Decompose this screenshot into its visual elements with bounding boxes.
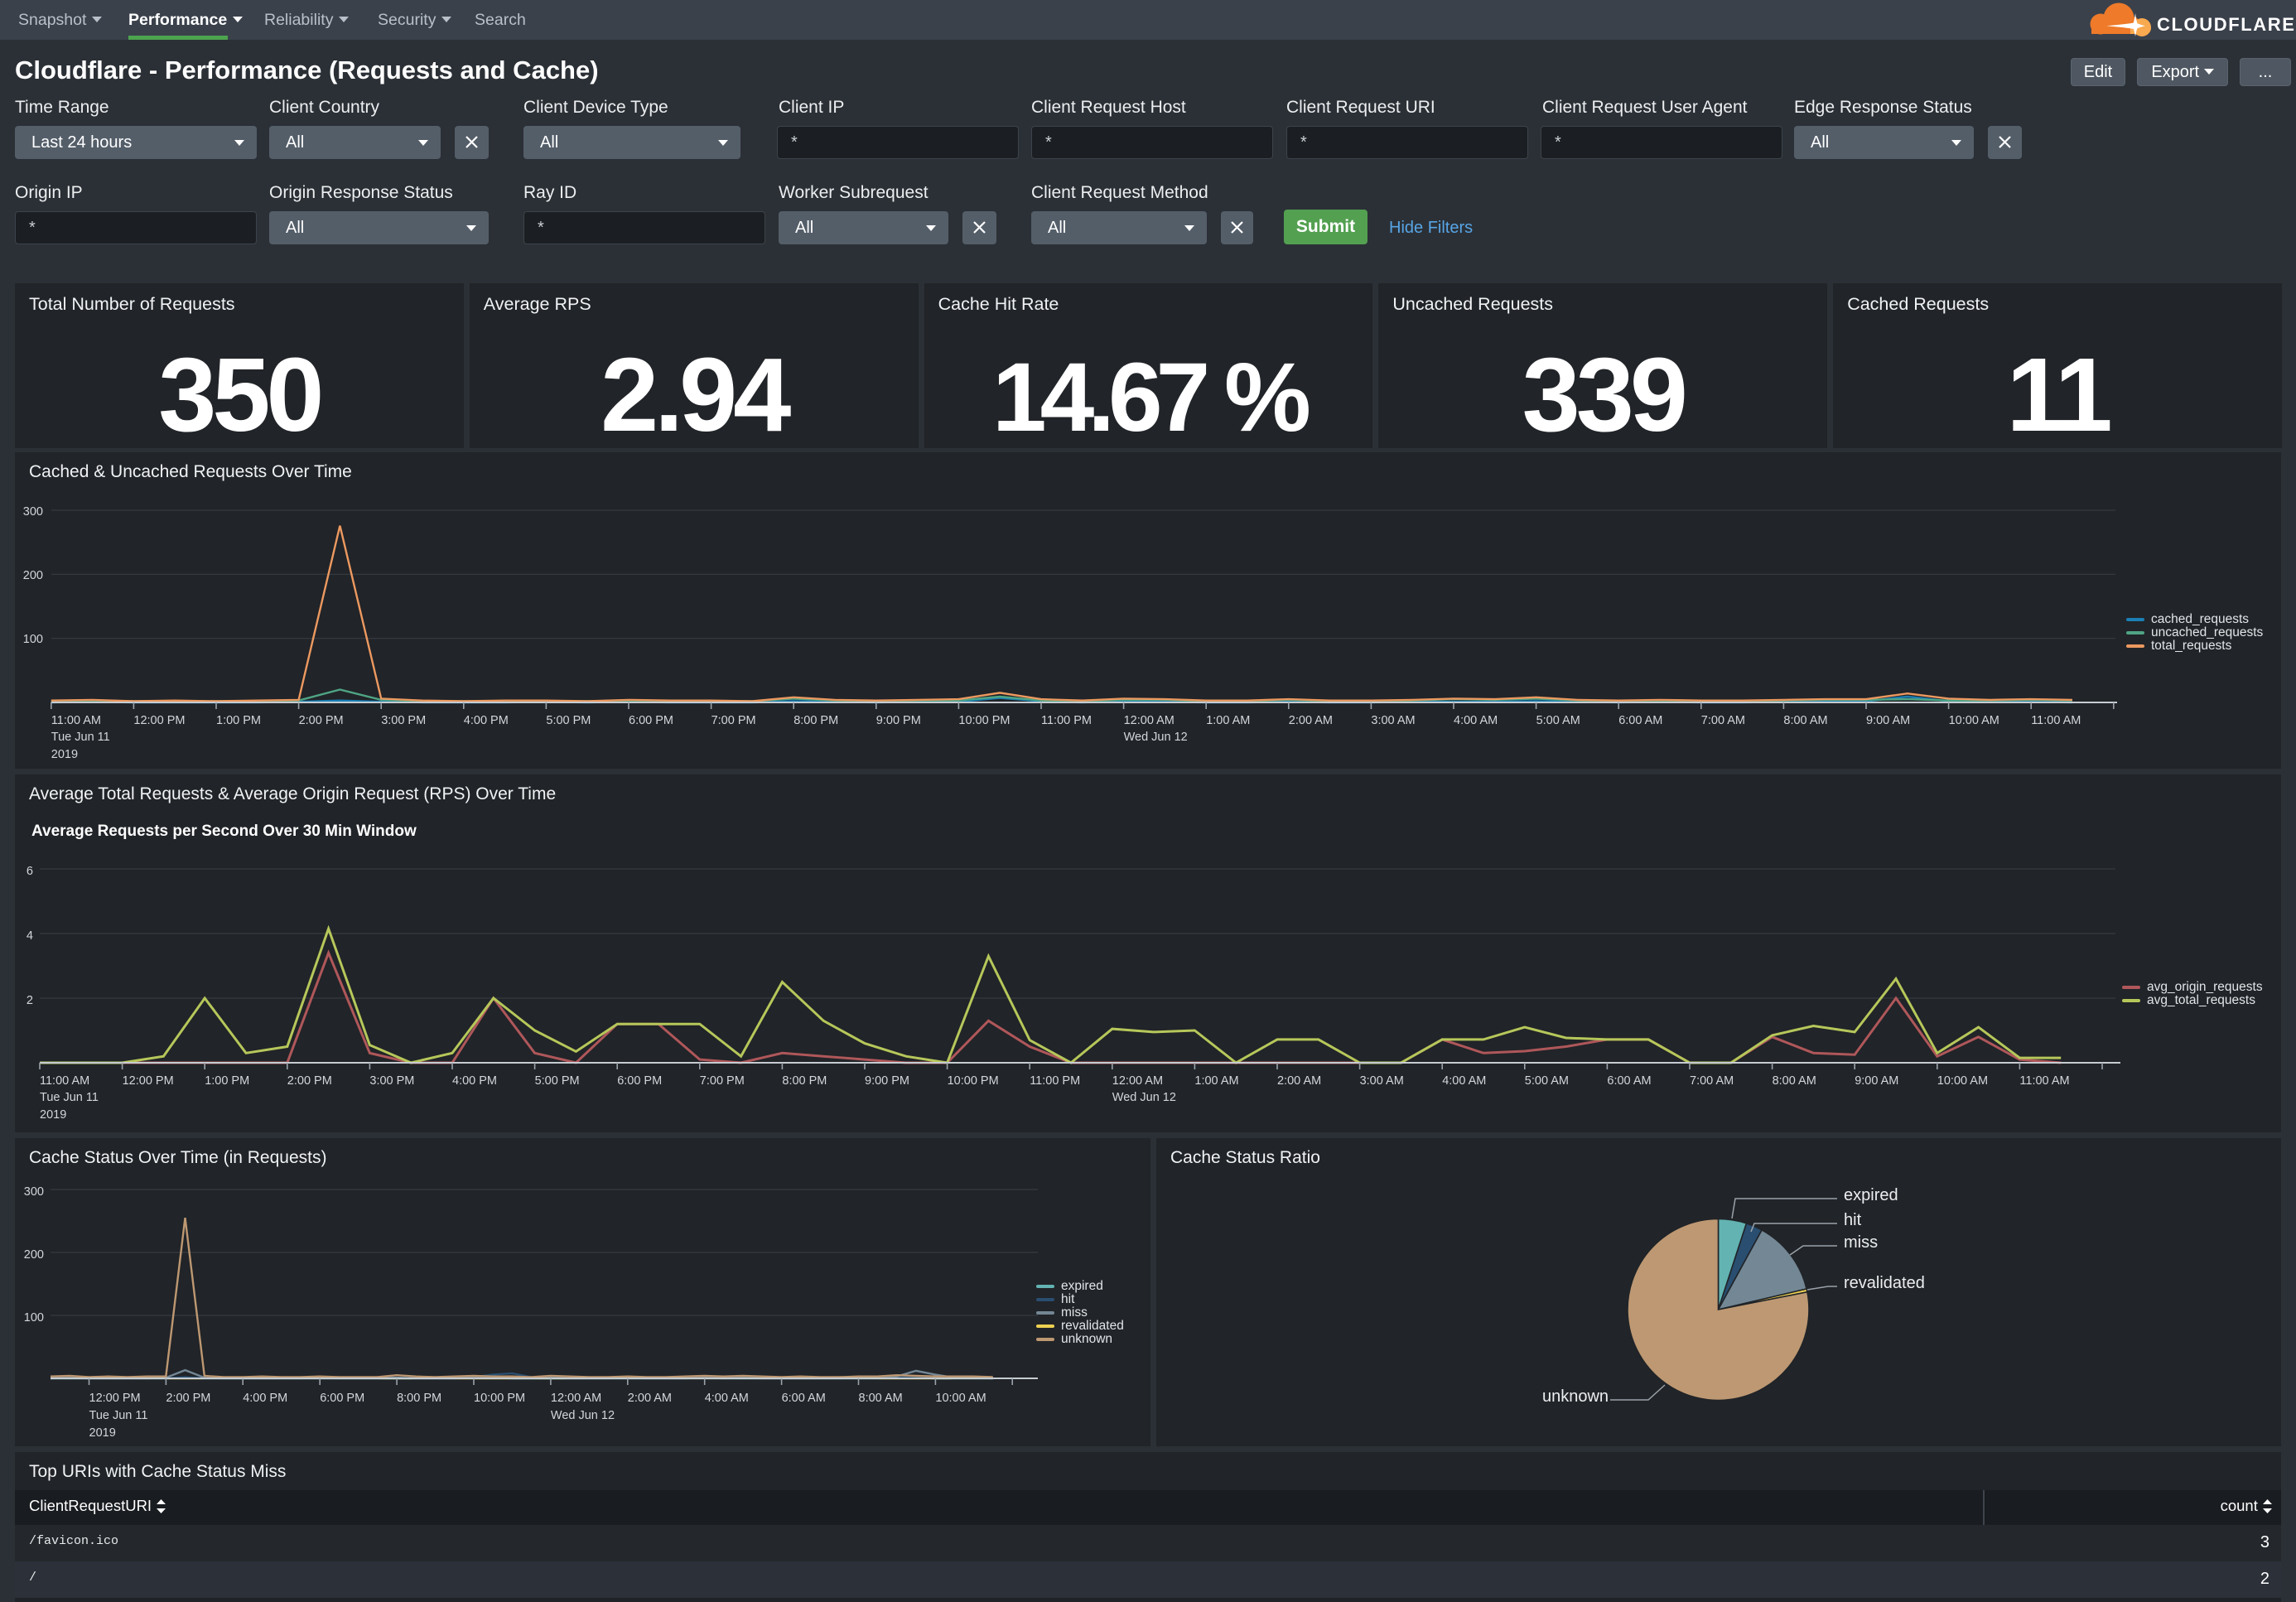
svg-text:Tue Jun 11: Tue Jun 11 xyxy=(89,1409,148,1422)
svg-text:12:00 PM: 12:00 PM xyxy=(89,1392,141,1405)
svg-text:11:00 AM: 11:00 AM xyxy=(40,1074,89,1088)
svg-text:2:00 PM: 2:00 PM xyxy=(287,1074,332,1088)
svg-text:5:00 AM: 5:00 AM xyxy=(1536,714,1580,727)
svg-text:100: 100 xyxy=(24,1311,44,1325)
svg-text:7:00 PM: 7:00 PM xyxy=(700,1074,745,1088)
svg-text:7:00 PM: 7:00 PM xyxy=(711,714,756,727)
svg-text:2019: 2019 xyxy=(51,748,78,761)
svg-text:3:00 PM: 3:00 PM xyxy=(381,714,426,727)
svg-text:6:00 AM: 6:00 AM xyxy=(1607,1074,1651,1088)
svg-text:2:00 AM: 2:00 AM xyxy=(1289,714,1333,727)
svg-text:5:00 PM: 5:00 PM xyxy=(535,1074,580,1088)
svg-text:10:00 PM: 10:00 PM xyxy=(958,714,1010,727)
svg-text:2:00 PM: 2:00 PM xyxy=(166,1392,210,1405)
svg-text:4:00 PM: 4:00 PM xyxy=(452,1074,497,1088)
svg-text:6:00 PM: 6:00 PM xyxy=(617,1074,662,1088)
svg-text:4:00 PM: 4:00 PM xyxy=(243,1392,287,1405)
svg-text:1:00 AM: 1:00 AM xyxy=(1194,1074,1238,1088)
svg-text:11:00 PM: 11:00 PM xyxy=(1030,1074,1080,1088)
svg-text:12:00 AM: 12:00 AM xyxy=(1112,1074,1163,1088)
svg-text:9:00 AM: 9:00 AM xyxy=(1855,1074,1898,1088)
svg-text:8:00 PM: 8:00 PM xyxy=(782,1074,827,1088)
svg-text:200: 200 xyxy=(24,1248,44,1262)
svg-text:11:00 AM: 11:00 AM xyxy=(2019,1074,2069,1088)
svg-text:300: 300 xyxy=(23,505,43,519)
svg-text:6:00 PM: 6:00 PM xyxy=(629,714,673,727)
svg-text:12:00 AM: 12:00 AM xyxy=(1124,714,1175,727)
svg-text:300: 300 xyxy=(24,1185,44,1199)
svg-text:8:00 AM: 8:00 AM xyxy=(1783,714,1827,727)
svg-text:6:00 AM: 6:00 AM xyxy=(782,1392,826,1405)
svg-text:8:00 AM: 8:00 AM xyxy=(859,1392,903,1405)
svg-text:Wed Jun 12: Wed Jun 12 xyxy=(1124,731,1188,744)
svg-text:Wed Jun 12: Wed Jun 12 xyxy=(551,1409,615,1422)
svg-text:12:00 PM: 12:00 PM xyxy=(133,714,185,727)
svg-text:2:00 AM: 2:00 AM xyxy=(1277,1074,1321,1088)
svg-text:4:00 AM: 4:00 AM xyxy=(1454,714,1498,727)
svg-text:4:00 PM: 4:00 PM xyxy=(464,714,509,727)
svg-text:4:00 AM: 4:00 AM xyxy=(705,1392,749,1405)
svg-text:11:00 AM: 11:00 AM xyxy=(2031,714,2081,727)
svg-text:1:00 PM: 1:00 PM xyxy=(216,714,261,727)
svg-text:9:00 AM: 9:00 AM xyxy=(1866,714,1910,727)
svg-text:5:00 PM: 5:00 PM xyxy=(546,714,591,727)
svg-text:10:00 PM: 10:00 PM xyxy=(948,1074,999,1088)
svg-text:11:00 AM: 11:00 AM xyxy=(51,714,101,727)
svg-text:10:00 AM: 10:00 AM xyxy=(1937,1074,1988,1088)
svg-text:Tue Jun 11: Tue Jun 11 xyxy=(40,1091,99,1104)
svg-text:200: 200 xyxy=(23,569,43,582)
svg-text:8:00 PM: 8:00 PM xyxy=(397,1392,441,1405)
svg-text:3:00 AM: 3:00 AM xyxy=(1360,1074,1404,1088)
svg-text:11:00 PM: 11:00 PM xyxy=(1041,714,1092,727)
svg-text:4: 4 xyxy=(27,929,33,943)
svg-text:Tue Jun 11: Tue Jun 11 xyxy=(51,731,110,744)
svg-text:3:00 PM: 3:00 PM xyxy=(369,1074,414,1088)
svg-text:6:00 PM: 6:00 PM xyxy=(320,1392,364,1405)
svg-text:2019: 2019 xyxy=(40,1108,66,1122)
svg-text:6:00 AM: 6:00 AM xyxy=(1618,714,1662,727)
svg-text:Wed Jun 12: Wed Jun 12 xyxy=(1112,1091,1176,1104)
svg-text:9:00 PM: 9:00 PM xyxy=(876,714,921,727)
svg-text:6: 6 xyxy=(27,865,33,878)
svg-text:5:00 AM: 5:00 AM xyxy=(1525,1074,1569,1088)
svg-text:12:00 PM: 12:00 PM xyxy=(123,1074,174,1088)
svg-text:4:00 AM: 4:00 AM xyxy=(1442,1074,1486,1088)
svg-text:2:00 AM: 2:00 AM xyxy=(628,1392,672,1405)
svg-text:1:00 PM: 1:00 PM xyxy=(205,1074,249,1088)
svg-text:12:00 AM: 12:00 AM xyxy=(551,1392,601,1405)
svg-text:2019: 2019 xyxy=(89,1426,116,1440)
svg-text:2:00 PM: 2:00 PM xyxy=(299,714,344,727)
svg-text:9:00 PM: 9:00 PM xyxy=(865,1074,909,1088)
svg-text:2: 2 xyxy=(27,994,33,1007)
svg-text:8:00 AM: 8:00 AM xyxy=(1773,1074,1816,1088)
svg-text:1:00 AM: 1:00 AM xyxy=(1206,714,1250,727)
svg-text:3:00 AM: 3:00 AM xyxy=(1371,714,1415,727)
svg-text:7:00 AM: 7:00 AM xyxy=(1701,714,1745,727)
svg-text:100: 100 xyxy=(23,633,43,646)
svg-text:10:00 AM: 10:00 AM xyxy=(935,1392,986,1405)
svg-text:10:00 AM: 10:00 AM xyxy=(1949,714,1999,727)
svg-text:7:00 AM: 7:00 AM xyxy=(1690,1074,1734,1088)
svg-text:10:00 PM: 10:00 PM xyxy=(474,1392,525,1405)
svg-text:8:00 PM: 8:00 PM xyxy=(793,714,838,727)
